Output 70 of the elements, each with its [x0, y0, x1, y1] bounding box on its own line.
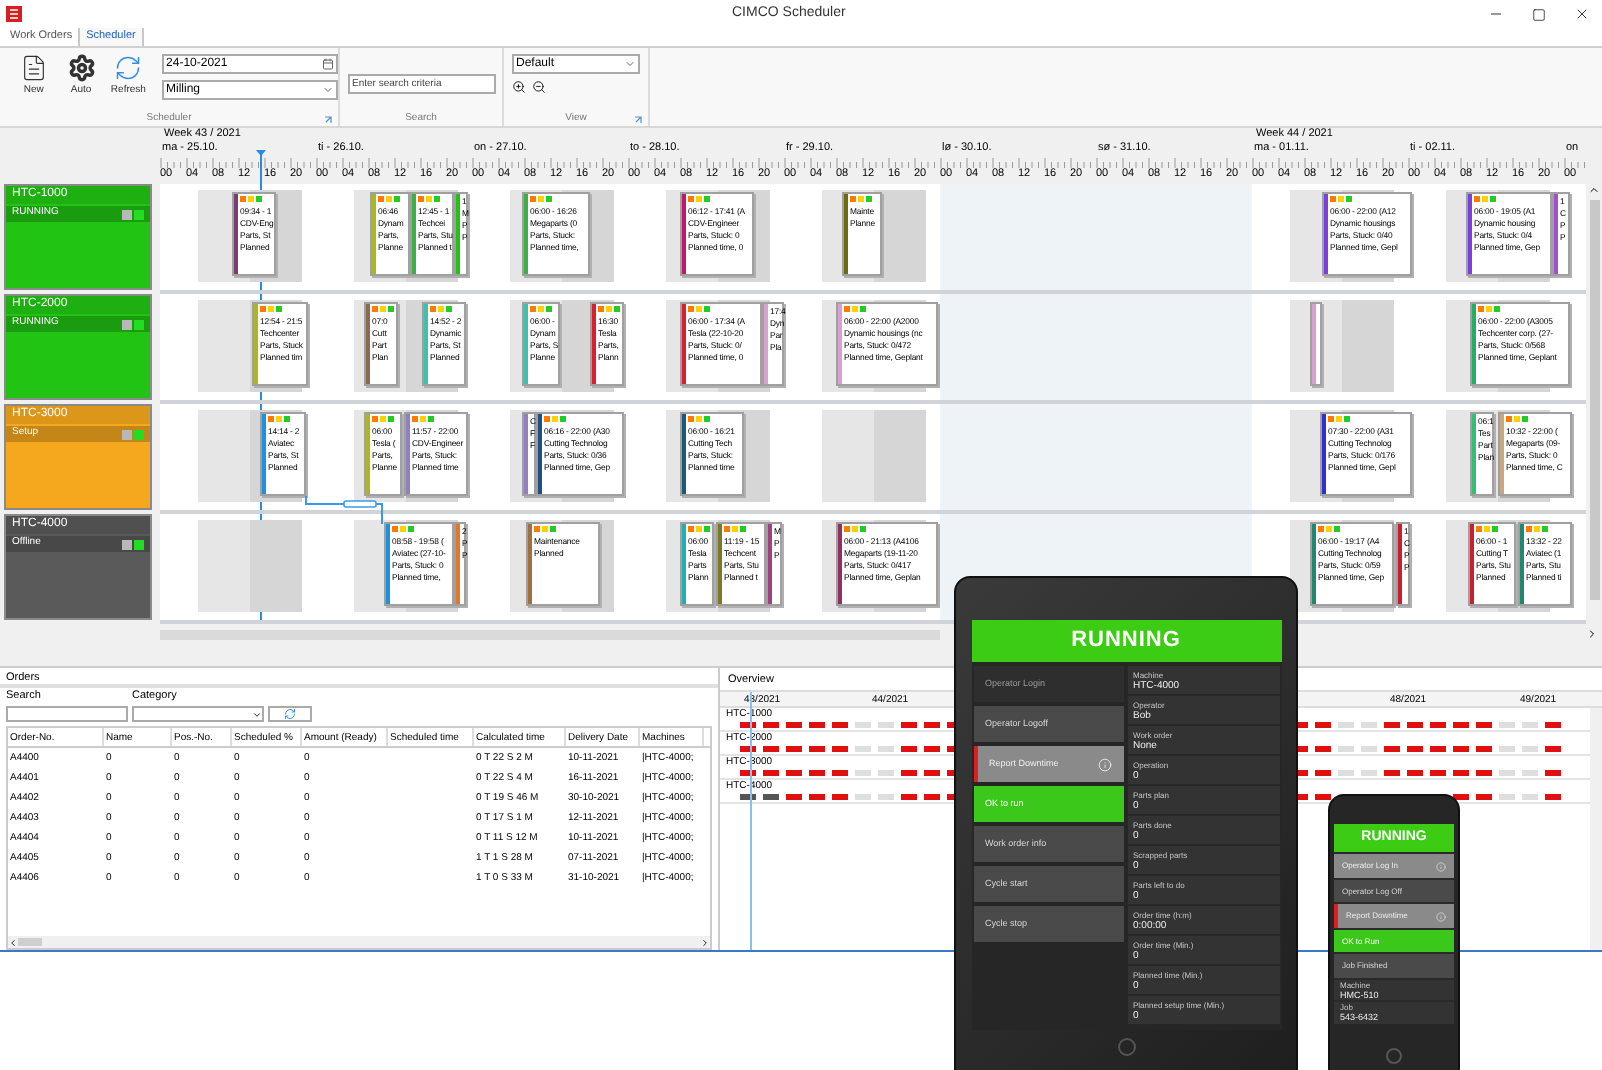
status-lights-icon — [1526, 526, 1550, 534]
scroll-right-icon[interactable] — [1586, 628, 1598, 640]
status-lights-icon — [1474, 196, 1498, 204]
dependency-link — [304, 496, 384, 524]
info-icon — [1097, 757, 1111, 771]
status-lights-icon — [724, 526, 748, 534]
horizontal-scrollbar[interactable] — [8, 936, 710, 948]
status-lights-icon — [378, 196, 402, 204]
new-document-icon — [19, 54, 48, 82]
calendar-icon — [322, 58, 335, 70]
status-lights-icon — [688, 306, 712, 314]
dropdown-caret-icon — [322, 84, 335, 96]
status-lights-icon — [412, 416, 436, 424]
status-lights-icon — [1506, 416, 1530, 424]
status-lights-icon — [844, 306, 868, 314]
status-lights-icon — [688, 416, 712, 424]
status-lights-icon — [240, 196, 264, 204]
category-dropdown[interactable] — [132, 706, 264, 723]
status-lights-icon — [1330, 196, 1354, 204]
dropdown-caret-icon — [624, 58, 636, 70]
status-squares-icon — [122, 319, 144, 329]
status-lights-icon — [544, 416, 568, 424]
scroll-right-icon[interactable] — [700, 937, 710, 947]
refresh-icon — [114, 54, 143, 82]
status-lights-icon — [1478, 306, 1502, 314]
status-lights-icon — [688, 526, 712, 534]
expand-icon[interactable] — [324, 115, 332, 123]
status-lights-icon — [530, 306, 554, 314]
status-lights-icon — [534, 526, 558, 534]
vertical-scrollbar[interactable] — [1590, 708, 1602, 950]
current-time-marker[interactable] — [256, 150, 266, 184]
info-icon — [1436, 861, 1446, 872]
status-lights-icon — [372, 306, 396, 314]
settings-icon — [67, 54, 95, 82]
scroll-left-icon[interactable] — [8, 937, 18, 947]
status-lights-icon — [598, 306, 622, 314]
home-button[interactable] — [1386, 1048, 1402, 1064]
home-button[interactable] — [1117, 1038, 1135, 1056]
search-input[interactable] — [6, 706, 128, 723]
status-lights-icon — [392, 526, 416, 534]
status-squares-icon — [122, 209, 144, 219]
shift-block — [198, 520, 302, 612]
status-lights-icon — [1318, 526, 1342, 534]
expand-icon[interactable] — [634, 115, 642, 123]
status-squares-icon — [122, 539, 144, 549]
order-card[interactable] — [1310, 302, 1322, 386]
status-lights-icon — [268, 416, 292, 424]
info-icon — [1436, 911, 1446, 922]
status-lights-icon — [372, 416, 396, 424]
shift-block — [822, 410, 926, 502]
maximize-icon[interactable] — [1532, 7, 1546, 21]
zoom-in-icon[interactable] — [512, 80, 526, 94]
status-lights-icon — [1328, 416, 1352, 424]
refresh-button[interactable] — [268, 706, 312, 723]
status-lights-icon — [844, 526, 868, 534]
scroll-up-icon[interactable] — [1588, 184, 1600, 196]
status-squares-icon — [122, 429, 144, 439]
status-lights-icon — [430, 306, 454, 314]
app-logo-icon — [6, 6, 22, 22]
zoom-out-icon[interactable] — [532, 80, 546, 94]
dropdown-caret-icon — [252, 709, 262, 720]
status-lights-icon — [418, 196, 442, 204]
status-lights-icon — [260, 306, 284, 314]
status-lights-icon — [688, 196, 712, 204]
status-lights-icon — [850, 196, 874, 204]
refresh-icon — [284, 708, 296, 721]
status-lights-icon — [1476, 526, 1500, 534]
status-lights-icon — [530, 196, 554, 204]
close-icon[interactable] — [1574, 6, 1590, 22]
status-header: RUNNING — [971, 620, 1281, 662]
